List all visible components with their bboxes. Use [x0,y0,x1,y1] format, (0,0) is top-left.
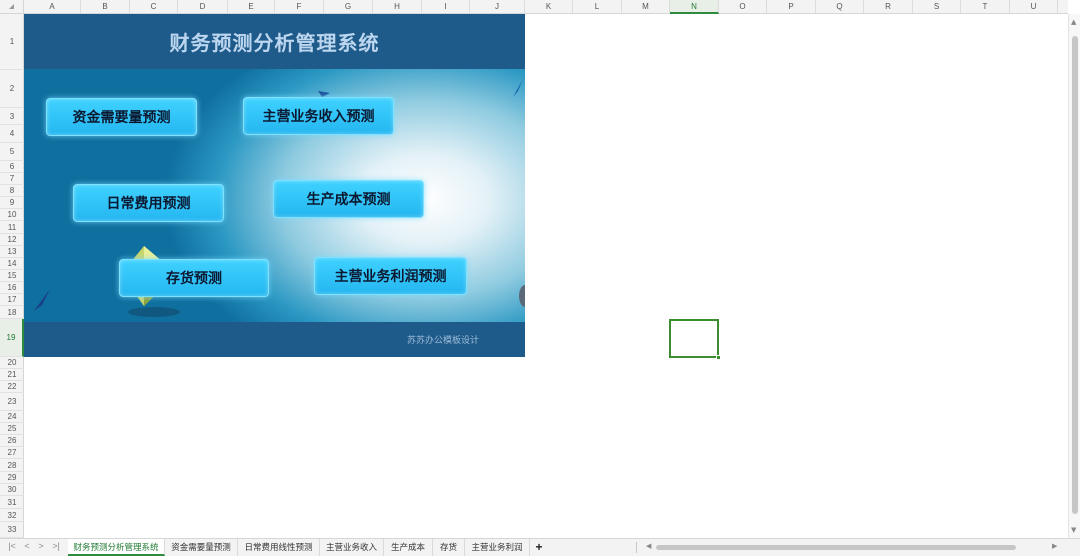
column-header-O[interactable]: O [719,0,767,14]
vertical-scroll-thumb[interactable] [1072,36,1078,514]
column-header-P[interactable]: P [767,0,816,14]
row-header-28[interactable]: 28 [0,459,24,472]
orb-decoration-icon [519,285,525,307]
dashboard-image: 财务预测分析管理系统 资金需要量预测 主营业务收入预测 日常费用预测 生产成本预… [24,14,525,357]
horizontal-scroll-thumb[interactable] [656,545,1016,550]
row-header-17[interactable]: 17 [0,294,24,306]
main-profit-forecast-button[interactable]: 主营业务利润预测 [314,257,467,295]
sheet-tab-main-revenue[interactable]: 主营业务收入 [320,539,384,556]
scroll-down-arrow-icon[interactable]: ▼ [1071,526,1076,534]
prev-sheet-icon[interactable]: < [21,541,33,551]
shard-decoration-icon [34,289,50,311]
column-header-J[interactable]: J [470,0,525,14]
row-header-8[interactable]: 8 [0,185,24,197]
sheet-tab-daily-expense[interactable]: 日常费用线性预测 [238,539,320,556]
column-header-I[interactable]: I [422,0,470,14]
column-header: A B C D E F G H I J K L M N O P Q R S T … [0,0,1068,14]
row-header-16[interactable]: 16 [0,282,24,294]
sheet-tab-dashboard[interactable]: 财务预测分析管理系统 [68,539,165,556]
row-header-30[interactable]: 30 [0,484,24,496]
row-header-33[interactable]: 33 [0,522,24,538]
sheet-tab-production-cost[interactable]: 生产成本 [384,539,433,556]
tab-scroll-divider[interactable] [636,542,637,553]
last-sheet-icon[interactable]: >| [50,541,62,551]
column-header-A[interactable]: A [24,0,81,14]
vertical-scrollbar[interactable]: ▲ ▼ [1068,14,1080,538]
scroll-left-arrow-icon[interactable]: ◀ [646,542,651,550]
main-revenue-forecast-button[interactable]: 主营业务收入预测 [243,97,394,135]
row-header-23[interactable]: 23 [0,393,24,411]
row-header-3[interactable]: 3 [0,108,24,125]
scroll-right-arrow-icon[interactable]: ▶ [1052,542,1057,550]
sheet-tab-inventory[interactable]: 存货 [433,539,465,556]
select-all-corner[interactable] [0,0,24,14]
row-header-5[interactable]: 5 [0,143,24,161]
column-header-M[interactable]: M [622,0,670,14]
row-header-15[interactable]: 15 [0,270,24,282]
row-header-24[interactable]: 24 [0,411,24,423]
row-header-22[interactable]: 22 [0,381,24,393]
first-sheet-icon[interactable]: |< [6,541,18,551]
shard-decoration-icon [513,79,523,97]
row-header: 1 2 3 4 5 6 7 8 9 10 11 12 13 14 15 16 1… [0,14,24,538]
fill-handle[interactable] [716,355,721,360]
row-header-9[interactable]: 9 [0,197,24,209]
row-header-14[interactable]: 14 [0,258,24,270]
row-header-21[interactable]: 21 [0,369,24,381]
row-header-10[interactable]: 10 [0,209,24,221]
spreadsheet-app: A B C D E F G H I J K L M N O P Q R S T … [0,0,1080,556]
sheet-tab-main-profit[interactable]: 主营业务利润 [465,539,530,556]
column-header-R[interactable]: R [864,0,913,14]
row-header-4[interactable]: 4 [0,125,24,143]
row-header-26[interactable]: 26 [0,435,24,447]
column-header-U[interactable]: U [1010,0,1058,14]
row-header-12[interactable]: 12 [0,234,24,246]
row-header-20[interactable]: 20 [0,357,24,369]
scroll-up-arrow-icon[interactable]: ▲ [1071,18,1076,26]
row-header-13[interactable]: 13 [0,246,24,258]
column-header-C[interactable]: C [130,0,178,14]
daily-expense-forecast-button[interactable]: 日常费用预测 [73,184,224,222]
dashboard-footer-bar: 苏苏办公模板设计 [24,322,525,357]
row-header-7[interactable]: 7 [0,173,24,185]
row-header-11[interactable]: 11 [0,221,24,234]
column-header-T[interactable]: T [961,0,1010,14]
inventory-forecast-button[interactable]: 存货预测 [119,259,269,297]
next-sheet-icon[interactable]: > [35,541,47,551]
row-header-32[interactable]: 32 [0,509,24,522]
funds-requirement-forecast-button[interactable]: 资金需要量预测 [46,98,197,136]
row-header-27[interactable]: 27 [0,447,24,459]
production-cost-forecast-button[interactable]: 生产成本预测 [273,180,424,218]
row-header-6[interactable]: 6 [0,161,24,173]
column-header-F[interactable]: F [275,0,324,14]
column-header-K[interactable]: K [525,0,573,14]
column-header-B[interactable]: B [81,0,130,14]
selected-cell-N19[interactable] [669,319,721,360]
row-header-2[interactable]: 2 [0,70,24,108]
row-header-29[interactable]: 29 [0,472,24,484]
dashboard-background: 资金需要量预测 主营业务收入预测 日常费用预测 生产成本预测 存货预测 主营业务… [24,69,525,322]
row-header-25[interactable]: 25 [0,423,24,435]
column-header-N[interactable]: N [670,0,719,14]
dashboard-title-bar: 财务预测分析管理系统 [24,14,525,69]
add-sheet-icon[interactable]: + [532,539,546,556]
row-header-18[interactable]: 18 [0,306,24,319]
row-header-19[interactable]: 19 [0,319,24,357]
column-header-G[interactable]: G [324,0,373,14]
column-header-E[interactable]: E [228,0,275,14]
dashboard-footer-credit: 苏苏办公模板设计 [406,336,479,346]
column-header-D[interactable]: D [178,0,228,14]
column-header-Q[interactable]: Q [816,0,864,14]
sheet-tab-bar: |< < > >| 财务预测分析管理系统 资金需要量预测 日常费用线性预测 主营… [0,538,1080,556]
row-header-1[interactable]: 1 [0,14,24,70]
column-header-H[interactable]: H [373,0,422,14]
row-header-31[interactable]: 31 [0,496,24,509]
sheet-tab-funds-requirement[interactable]: 资金需要量预测 [165,539,238,556]
select-all-icon [9,4,14,9]
dashboard-title: 财务预测分析管理系统 [169,31,380,55]
column-header-L[interactable]: L [573,0,622,14]
column-header-S[interactable]: S [913,0,961,14]
horizontal-scrollbar[interactable]: ◀ ▶ [644,543,1064,552]
